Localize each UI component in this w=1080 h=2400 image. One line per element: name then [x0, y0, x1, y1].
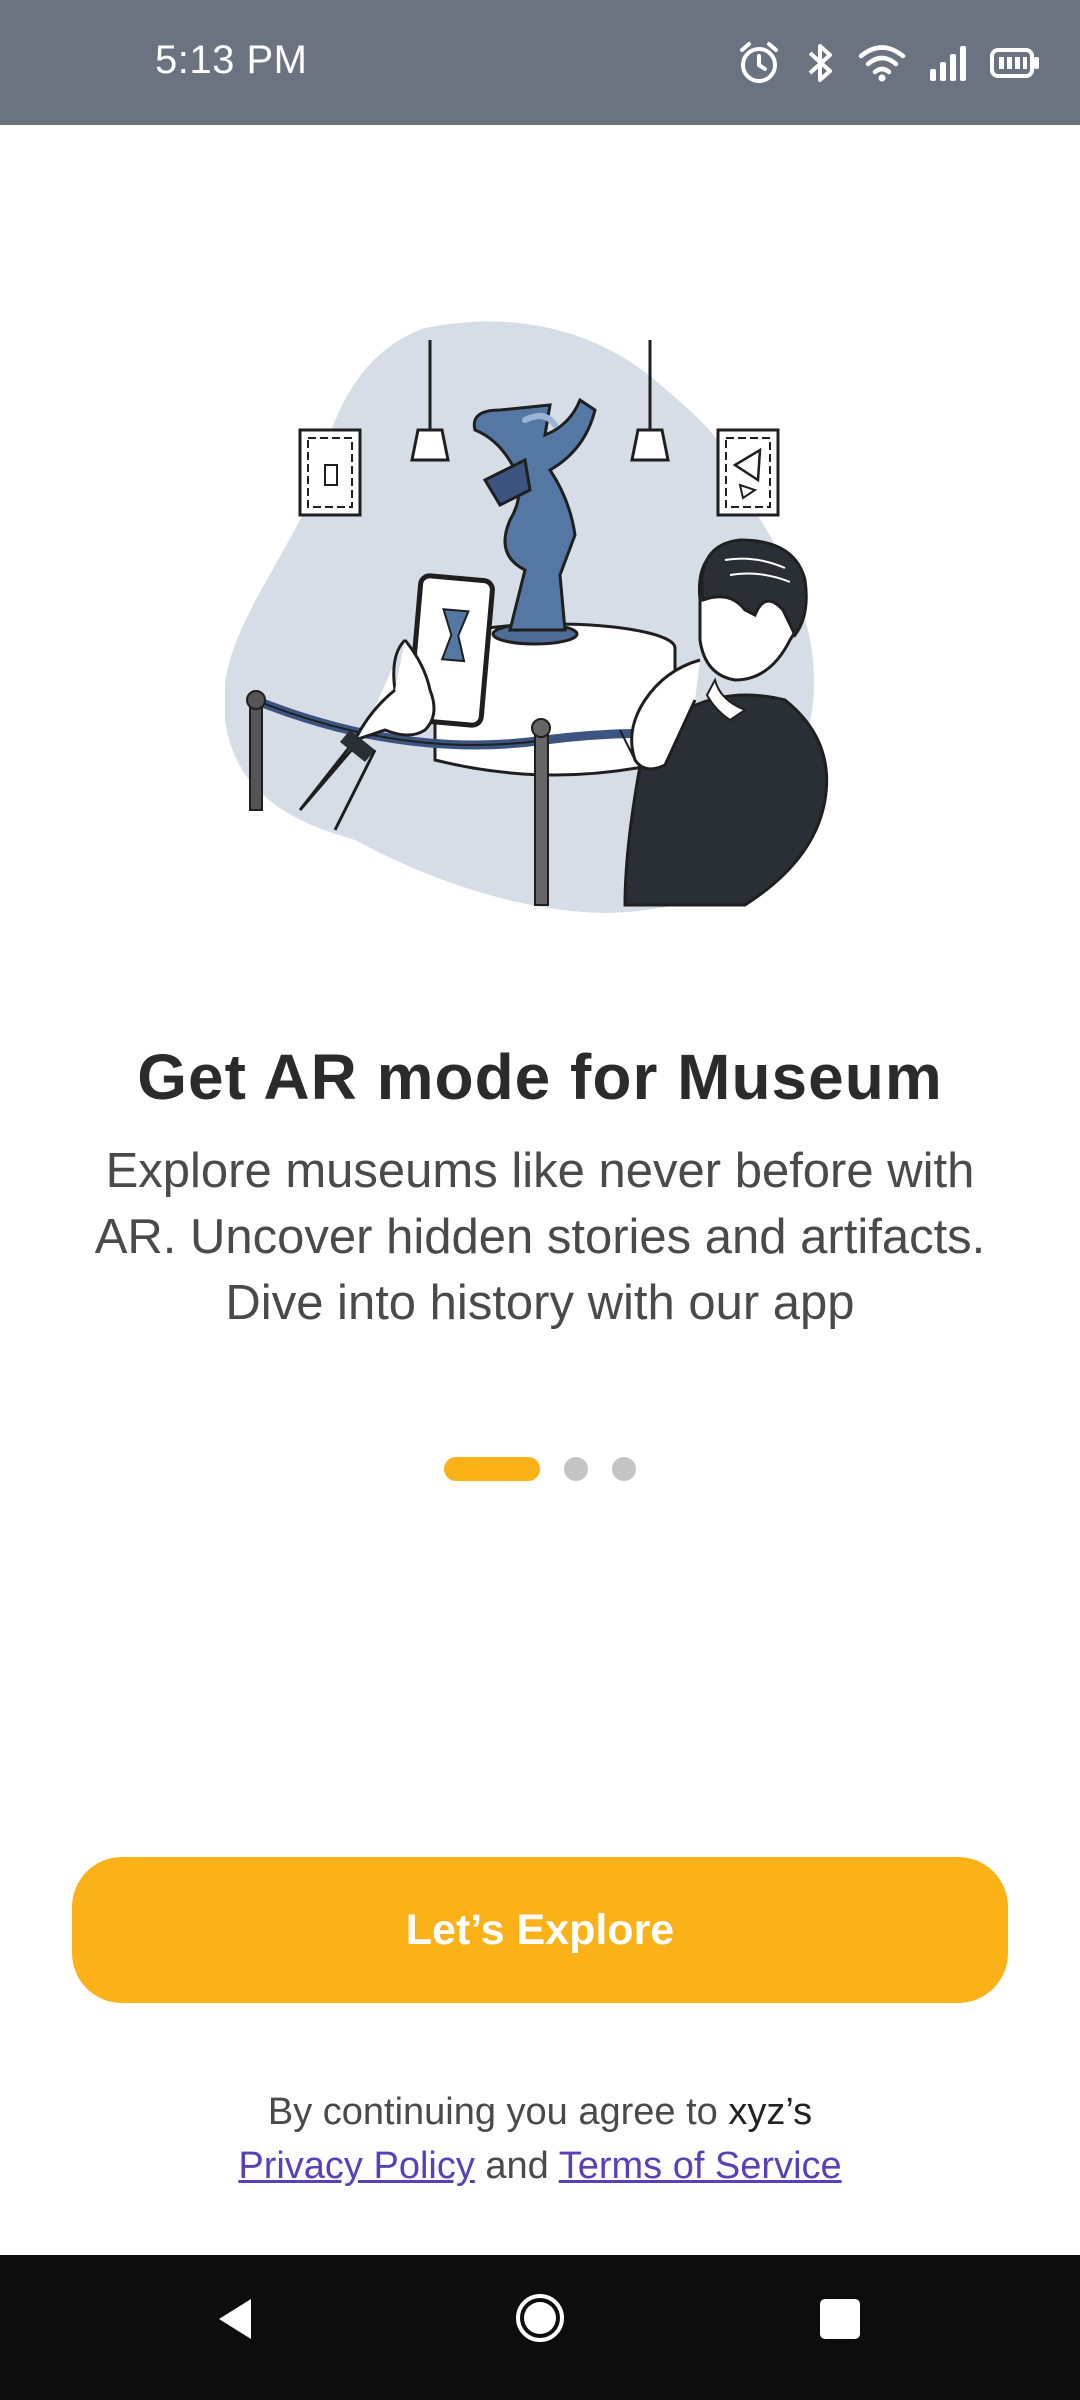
terms-of-service-link[interactable]: Terms of Service [559, 2145, 842, 2187]
status-icons [736, 36, 1040, 90]
alarm-icon [736, 40, 782, 86]
museum-ar-illustration [223, 320, 855, 920]
legal-notice: By continuing you agree to xyz’s Privacy… [0, 2085, 1080, 2193]
onboarding-title: Get AR mode for Museum [137, 1041, 943, 1113]
status-bar: 5:13 PM [0, 0, 1080, 125]
home-icon[interactable] [514, 2292, 566, 2349]
page-dot [564, 1457, 588, 1481]
page-dot-active [444, 1457, 540, 1481]
legal-and: and [485, 2145, 549, 2187]
signal-icon [928, 43, 968, 83]
wifi-icon [858, 43, 906, 83]
page-dot [612, 1457, 636, 1481]
back-icon[interactable] [215, 2295, 255, 2348]
page-indicator [0, 1457, 1080, 1481]
privacy-policy-link[interactable]: Privacy Policy [238, 2145, 475, 2187]
legal-prefix: By continuing you agree to [267, 2091, 718, 2133]
battery-icon [990, 47, 1040, 79]
status-time: 5:13 PM [155, 38, 308, 82]
legal-brand: xyz’s [728, 2091, 813, 2133]
lets-explore-button[interactable]: Let’s Explore [72, 1857, 1008, 2003]
system-nav-bar [0, 2255, 1080, 2400]
bluetooth-icon [804, 40, 836, 86]
onboarding-subtitle: Explore museums like never before with A… [94, 1144, 986, 1330]
recents-icon[interactable] [818, 2297, 862, 2346]
